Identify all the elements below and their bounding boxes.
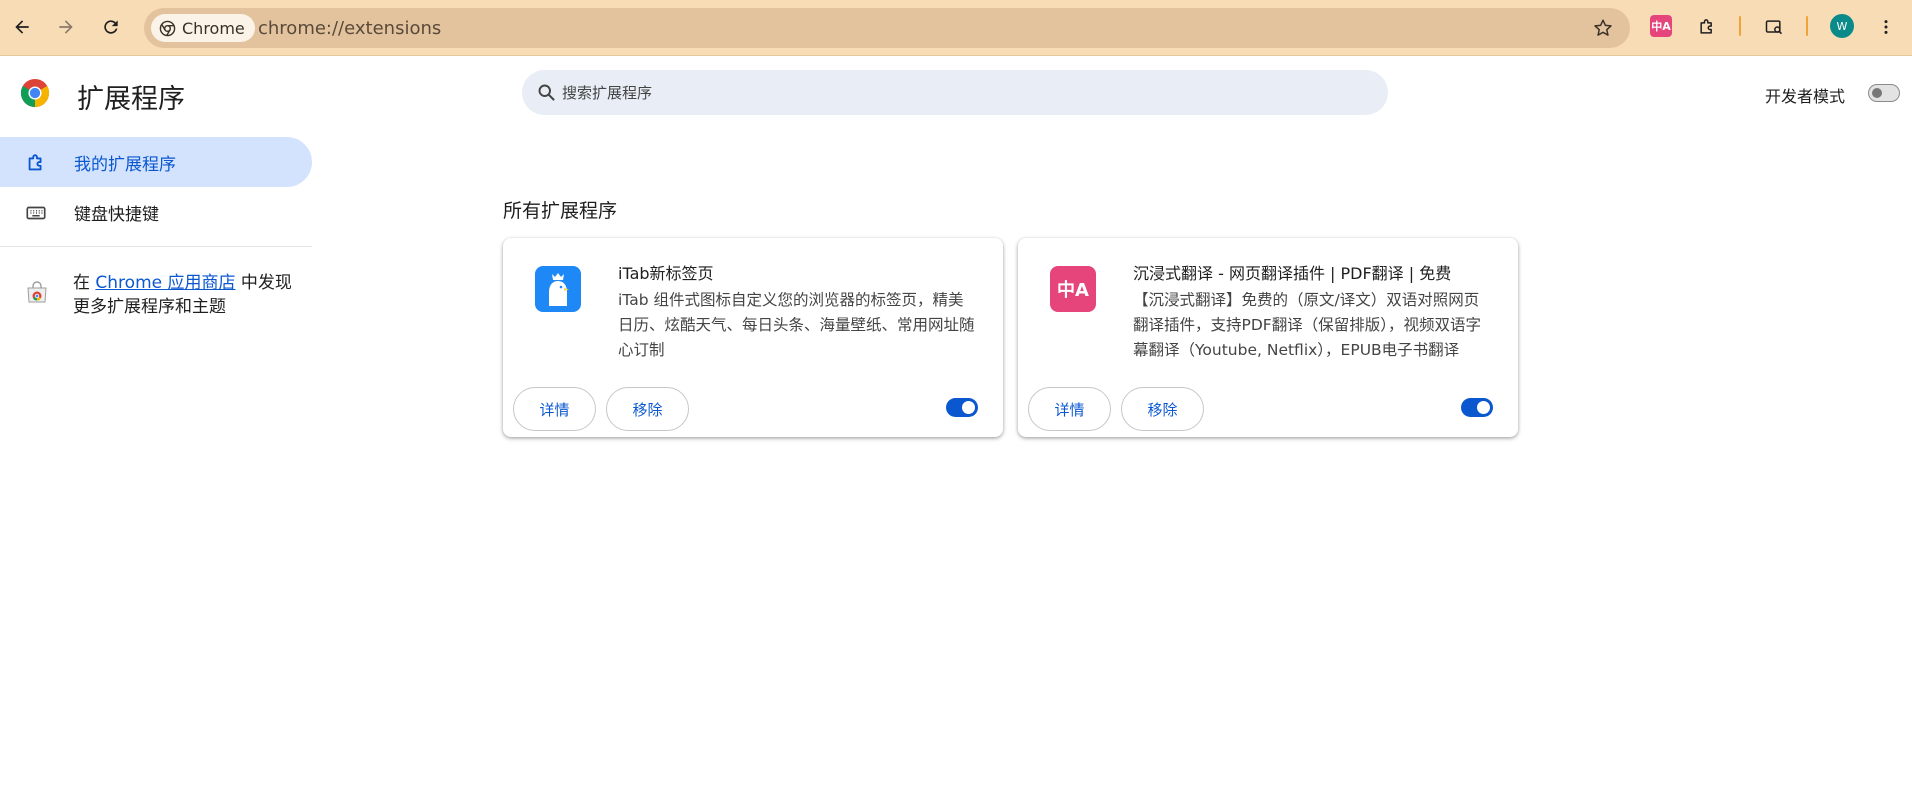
developer-mode-label: 开发者模式 — [1765, 87, 1846, 106]
section-title: 所有扩展程序 — [503, 200, 618, 222]
page-title: 扩展程序 — [77, 84, 185, 115]
url-text[interactable]: chrome://extensions — [258, 18, 441, 39]
tab-search-button[interactable] — [1756, 9, 1792, 45]
back-arrow-icon — [15, 20, 29, 34]
forward-button[interactable] — [48, 9, 84, 45]
extensions-menu-button[interactable] — [1689, 9, 1725, 45]
bookmark-star-icon[interactable] — [1592, 17, 1614, 39]
sidebar-item-label: 我的扩展程序 — [74, 154, 176, 175]
extension-description: iTab 组件式图标自定义您的浏览器的标签页，精美日历、炫酷天气、每日头条、海量… — [618, 291, 975, 359]
sidebar-divider — [0, 246, 312, 247]
chrome-logo-icon — [159, 20, 176, 36]
store-prefix: 在 — [73, 273, 96, 293]
sidebar-item-keyboard-shortcuts[interactable]: 键盘快捷键 — [0, 187, 312, 237]
keyboard-icon — [26, 206, 46, 220]
developer-mode-toggle[interactable] — [1868, 84, 1900, 102]
search-bar[interactable] — [522, 70, 1388, 115]
forward-arrow-icon — [59, 20, 73, 34]
chrome-web-store-link[interactable]: Chrome 应用商店 — [95, 273, 235, 293]
search-icon — [538, 84, 555, 101]
immersive-translate-icon: 中A — [1050, 266, 1096, 312]
extension-description: 【沉浸式翻译】免费的（原文/译文）双语对照网页翻译插件，支持PDF翻译（保留排版… — [1133, 291, 1481, 359]
web-store-promo: 在 Chrome 应用商店 中发现更多扩展程序和主题 — [73, 271, 293, 319]
site-info-chip[interactable]: Chrome — [151, 14, 255, 42]
search-input[interactable] — [562, 70, 1362, 115]
bird-icon — [549, 273, 569, 306]
extension-name: iTab新标签页 — [618, 264, 714, 283]
chrome-logo-icon — [20, 78, 50, 108]
toolbar-divider — [1739, 16, 1741, 36]
sidebar-item-my-extensions[interactable]: 我的扩展程序 — [0, 137, 312, 187]
details-button[interactable]: 详情 — [513, 387, 596, 431]
remove-button[interactable]: 移除 — [1121, 387, 1204, 431]
extension-icon — [28, 154, 42, 171]
profile-avatar[interactable]: W — [1830, 14, 1854, 38]
extension-name: 沉浸式翻译 - 网页翻译插件 | PDF翻译 | 免费 — [1133, 264, 1452, 283]
more-vert-icon — [1884, 20, 1888, 34]
sidebar-item-label: 键盘快捷键 — [74, 204, 159, 225]
reload-icon — [104, 20, 118, 34]
tab-search-icon — [1765, 20, 1783, 35]
extension-enable-toggle[interactable] — [1461, 398, 1493, 417]
address-bar[interactable]: Chrome chrome://extensions — [144, 8, 1630, 48]
remove-button[interactable]: 移除 — [606, 387, 689, 431]
toggle-knob — [1477, 401, 1490, 414]
toggle-knob — [962, 401, 975, 414]
browser-menu-button[interactable] — [1868, 9, 1904, 45]
site-chip-label: Chrome — [182, 18, 245, 38]
reload-button[interactable] — [93, 9, 129, 45]
chrome-web-store-icon — [27, 281, 47, 303]
extension-card: 中A 沉浸式翻译 - 网页翻译插件 | PDF翻译 | 免费 【沉浸式翻译】免费… — [1018, 238, 1518, 437]
toolbar-divider — [1806, 16, 1808, 36]
immersive-translate-extension-icon[interactable]: 中A — [1650, 15, 1672, 37]
browser-toolbar: Chrome chrome://extensions 中A W — [0, 0, 1912, 56]
puzzle-icon — [1700, 19, 1712, 34]
itab-extension-icon — [535, 266, 581, 312]
extension-card: iTab新标签页 iTab 组件式图标自定义您的浏览器的标签页，精美日历、炫酷天… — [503, 238, 1003, 437]
details-button[interactable]: 详情 — [1028, 387, 1111, 431]
back-button[interactable] — [4, 9, 40, 45]
toggle-knob — [1872, 88, 1882, 98]
extension-enable-toggle[interactable] — [946, 398, 978, 417]
